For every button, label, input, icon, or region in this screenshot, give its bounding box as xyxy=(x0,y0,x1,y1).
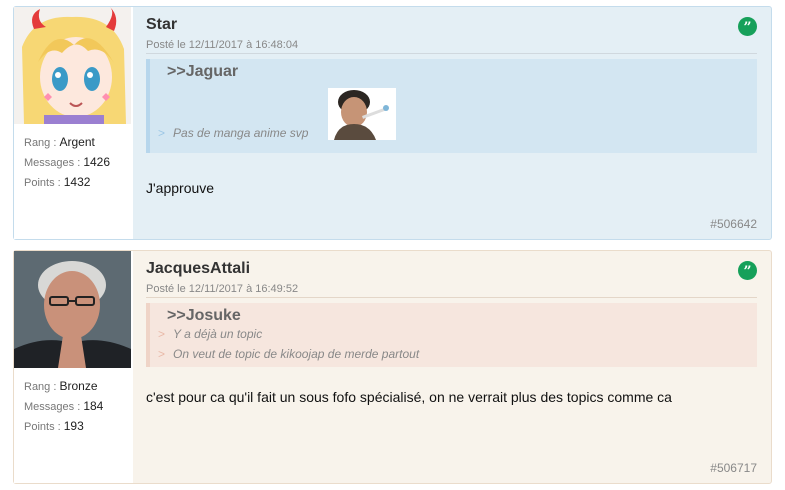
post-date: Posté le 12/11/2017 à 16:49:52 xyxy=(146,283,299,295)
user-sidebar: Rang : Bronze Messages : 184 Points : 19… xyxy=(14,251,133,483)
avatar[interactable] xyxy=(14,7,131,124)
username[interactable]: JacquesAttali xyxy=(146,260,250,278)
rank-value: Argent xyxy=(59,135,95,149)
quote-line: > On veut de topic de kikoojap de merde p… xyxy=(158,347,420,361)
quote-block: >>Jaguar > Pas de manga anime svp xyxy=(146,59,757,153)
quote-line: > Y a déjà un topic xyxy=(158,327,263,341)
messages-value: 184 xyxy=(83,399,104,413)
quote-author[interactable]: >>Josuke xyxy=(167,307,241,325)
post-content: JacquesAttali Posté le 12/11/2017 à 16:4… xyxy=(146,251,757,483)
quote-icon[interactable]: ” xyxy=(738,261,757,280)
message-text: c'est pour ca qu'il fait un sous fofo sp… xyxy=(146,389,672,405)
post-id[interactable]: #506717 xyxy=(710,461,757,475)
forum-post: Rang : Argent Messages : 1426 Points : 1… xyxy=(13,6,772,240)
quote-icon[interactable]: ” xyxy=(738,17,757,36)
quote-block: >>Josuke > Y a déjà un topic > On veut de … xyxy=(146,303,757,367)
username[interactable]: Star xyxy=(146,16,177,34)
points-value: 193 xyxy=(63,419,84,433)
points-label: Points : xyxy=(24,421,61,433)
messages-label: Messages : xyxy=(24,401,81,413)
messages-value: 1426 xyxy=(83,155,111,169)
points-label: Points : xyxy=(24,177,61,189)
forum-post: Rang : Bronze Messages : 184 Points : 19… xyxy=(13,250,772,484)
avatar[interactable] xyxy=(14,251,131,368)
user-stats: Rang : Bronze Messages : 184 Points : 19… xyxy=(24,377,103,437)
quoted-image xyxy=(328,88,396,140)
rank-value: Bronze xyxy=(59,379,98,393)
quote-marker: > xyxy=(158,347,166,361)
user-sidebar: Rang : Argent Messages : 1426 Points : 1… xyxy=(14,7,133,239)
divider xyxy=(146,53,757,54)
post-content: Star Posté le 12/11/2017 à 16:48:04 ” >>… xyxy=(146,7,757,239)
messages-label: Messages : xyxy=(24,157,81,169)
quote-marker: > xyxy=(158,126,166,140)
quote-line: > Pas de manga anime svp xyxy=(158,126,309,140)
user-stats: Rang : Argent Messages : 1426 Points : 1… xyxy=(24,133,110,193)
points-value: 1432 xyxy=(63,175,91,189)
post-date: Posté le 12/11/2017 à 16:48:04 xyxy=(146,39,299,51)
message-text: J'approuve xyxy=(146,180,215,196)
quote-marker: > xyxy=(158,327,166,341)
quote-author[interactable]: >>Jaguar xyxy=(167,63,238,81)
rank-label: Rang : xyxy=(24,381,57,393)
divider xyxy=(146,297,757,298)
post-id[interactable]: #506642 xyxy=(710,217,757,231)
rank-label: Rang : xyxy=(24,137,57,149)
